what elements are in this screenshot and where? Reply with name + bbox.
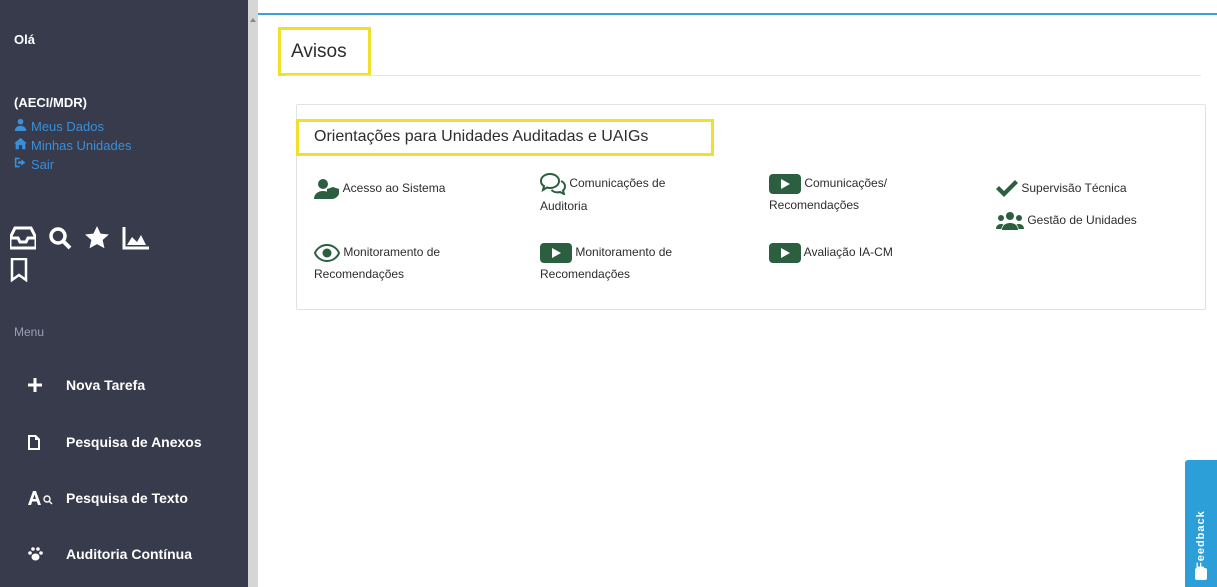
link-label: Supervisão Técnica: [1021, 181, 1127, 195]
paw-icon: [28, 547, 56, 561]
link-label: Comunicações de: [569, 176, 666, 190]
link-label: Comunicações/: [804, 176, 888, 190]
link-minhas-unidades[interactable]: Minhas Unidades: [14, 137, 131, 153]
link-gestao-unidades[interactable]: Gestão de Unidades: [996, 209, 1137, 231]
comments-icon: [540, 172, 566, 195]
link-meus-dados[interactable]: Meus Dados: [14, 118, 104, 134]
text-search-icon: [28, 491, 56, 505]
menu-label: Menu: [14, 325, 45, 339]
link-monitoramento-recomendacoes-video[interactable]: Monitoramento de Recomendações: [540, 241, 672, 285]
search-icon[interactable]: [48, 226, 72, 255]
link-label: Recomendações: [314, 267, 405, 281]
star-icon[interactable]: [84, 225, 110, 256]
users-icon: [996, 211, 1024, 230]
plus-icon: [28, 378, 56, 392]
link-label: Avaliação IA-CM: [803, 245, 893, 259]
link-label: Recomendações: [769, 198, 860, 212]
link-supervisao-tecnica[interactable]: Supervisão Técnica: [996, 177, 1127, 199]
menu-item-nova-tarefa[interactable]: Nova Tarefa: [0, 368, 248, 402]
sidebar: Olá (AECI/MDR) Meus Dados Minhas Unidade…: [0, 0, 248, 587]
link-label: Monitoramento de: [343, 245, 441, 259]
link-minhas-unidades-label: Minhas Unidades: [31, 137, 132, 153]
video-play-icon: [769, 173, 801, 194]
user-icon: [14, 118, 27, 134]
title-divider: [286, 75, 1201, 76]
menu-item-label: Pesquisa de Texto: [66, 490, 188, 506]
chart-icon[interactable]: [122, 226, 150, 255]
link-meus-dados-label: Meus Dados: [31, 118, 104, 134]
bookmark-icon[interactable]: [10, 257, 28, 287]
link-comunicacoes-recomendacoes[interactable]: Comunicações/ Recomendações: [769, 172, 887, 216]
scroll-up-arrow-icon[interactable]: [250, 18, 256, 22]
feedback-icon: [1195, 568, 1207, 580]
inbox-icon[interactable]: [8, 226, 38, 255]
page-title: Avisos: [291, 41, 347, 62]
menu-item-pesquisa-texto[interactable]: Pesquisa de Texto: [0, 481, 248, 515]
panel-title: Orientações para Unidades Auditadas e UA…: [314, 128, 649, 145]
link-label: Gestão de Unidades: [1027, 213, 1137, 227]
link-label: Auditoria: [540, 198, 588, 213]
link-avaliacao-ia-cm[interactable]: Avaliação IA-CM: [769, 241, 893, 263]
top-accent-line: [258, 13, 1217, 15]
user-shield-icon: [314, 178, 340, 199]
link-comunicacoes-auditoria[interactable]: Comunicações de Auditoria: [540, 172, 665, 217]
app-window: Olá (AECI/MDR) Meus Dados Minhas Unidade…: [0, 0, 1217, 587]
menu-item-pesquisa-anexos[interactable]: Pesquisa de Anexos: [0, 425, 248, 459]
link-acesso-sistema[interactable]: Acesso ao Sistema: [314, 177, 445, 199]
feedback-tab[interactable]: Feedback: [1185, 460, 1217, 587]
menu-item-label: Pesquisa de Anexos: [66, 434, 202, 450]
link-label: Monitoramento de: [575, 245, 673, 259]
video-play-icon: [540, 242, 572, 263]
greeting: Olá: [14, 32, 35, 47]
menu-item-label: Auditoria Contínua: [66, 546, 192, 562]
user-org: (AECI/MDR): [14, 95, 87, 110]
menu-item-label: Nova Tarefa: [66, 377, 146, 393]
home-icon: [14, 137, 27, 153]
sign-out-icon: [14, 156, 27, 172]
link-sair[interactable]: Sair: [14, 156, 54, 172]
link-sair-label: Sair: [31, 156, 55, 172]
feedback-label: Feedback: [1195, 510, 1207, 569]
link-label: Recomendações: [540, 267, 631, 281]
file-icon: [28, 434, 56, 450]
video-play-icon: [769, 242, 801, 263]
eye-icon: [314, 243, 340, 262]
check-icon: [996, 179, 1018, 198]
link-label: Acesso ao Sistema: [342, 181, 446, 195]
menu-item-auditoria-continua[interactable]: Auditoria Contínua: [0, 537, 248, 571]
sidebar-splitter[interactable]: [248, 0, 258, 587]
link-monitoramento-recomendacoes[interactable]: Monitoramento de Recomendações: [314, 241, 440, 285]
